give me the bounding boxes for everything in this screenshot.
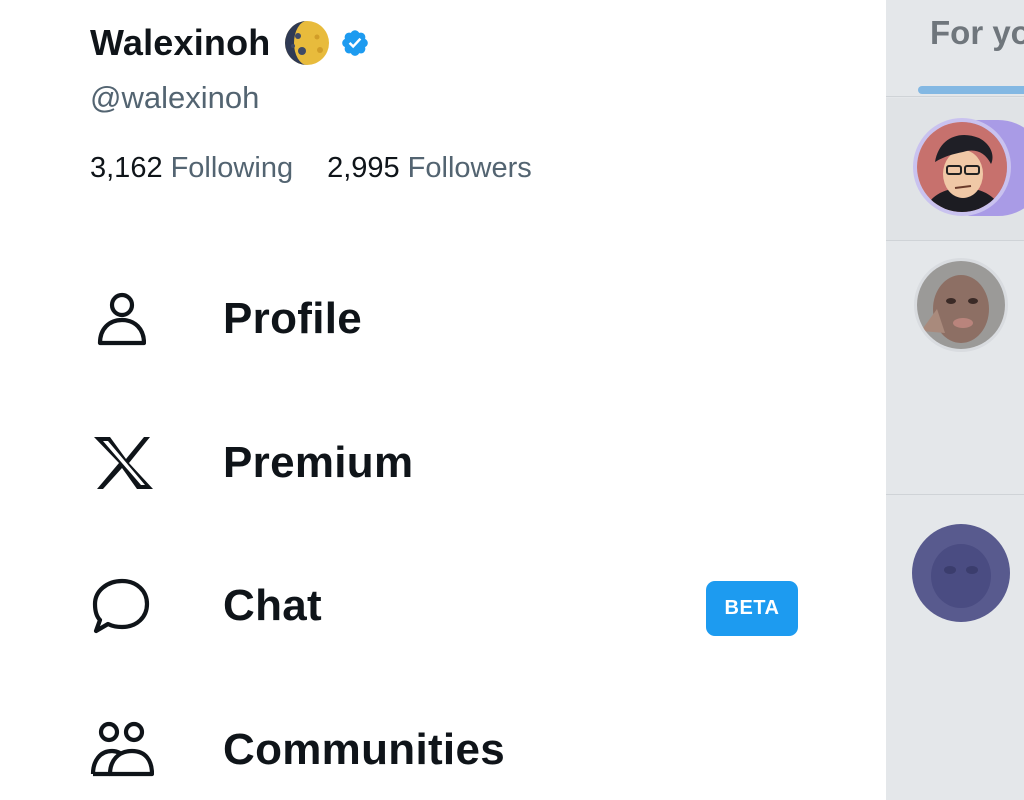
follow-stats: 3,162 Following 2,995 Followers bbox=[90, 152, 532, 185]
following-label: Following bbox=[170, 152, 294, 184]
followers-label: Followers bbox=[407, 152, 532, 184]
avatar bbox=[914, 258, 1008, 352]
avatar bbox=[913, 118, 1011, 216]
app-screen: Walexinoh @walexinoh 3,162 Following 2,9… bbox=[0, 0, 1024, 800]
timeline-backdrop[interactable]: For yo bbox=[886, 0, 1024, 800]
display-name: Walexinoh bbox=[90, 22, 271, 63]
communities-icon bbox=[90, 718, 154, 782]
following-count: 3,162 bbox=[90, 152, 163, 184]
avatar bbox=[912, 524, 1010, 622]
beta-badge: BETA bbox=[706, 581, 798, 636]
menu-item-label: Chat bbox=[223, 581, 322, 630]
tab-for-you: For yo bbox=[930, 14, 1024, 51]
menu-item-label: Premium bbox=[223, 438, 414, 487]
following-link[interactable]: 3,162 Following bbox=[90, 152, 293, 185]
profile-handle: @walexinoh bbox=[90, 80, 260, 115]
menu-item-chat[interactable]: Chat BETA bbox=[90, 566, 810, 646]
followers-link[interactable]: 2,995 Followers bbox=[327, 152, 532, 185]
menu-item-communities[interactable]: Communities bbox=[90, 710, 810, 790]
followers-count: 2,995 bbox=[327, 152, 400, 184]
tab-indicator bbox=[918, 86, 1024, 94]
chat-bubble-icon bbox=[90, 574, 154, 638]
x-logo-icon bbox=[90, 431, 154, 495]
menu-item-premium[interactable]: Premium bbox=[90, 423, 810, 503]
waning-crescent-moon-icon bbox=[284, 20, 330, 66]
verified-badge-icon bbox=[340, 28, 370, 58]
side-drawer: Walexinoh @walexinoh 3,162 Following 2,9… bbox=[0, 0, 886, 800]
menu-item-label: Profile bbox=[223, 294, 363, 343]
person-icon bbox=[90, 287, 154, 351]
menu-item-profile[interactable]: Profile bbox=[90, 279, 810, 359]
divider bbox=[886, 96, 1024, 97]
divider bbox=[886, 494, 1024, 495]
menu-item-label: Communities bbox=[223, 725, 505, 774]
divider bbox=[886, 240, 1024, 241]
profile-name-row[interactable]: Walexinoh bbox=[90, 18, 370, 68]
